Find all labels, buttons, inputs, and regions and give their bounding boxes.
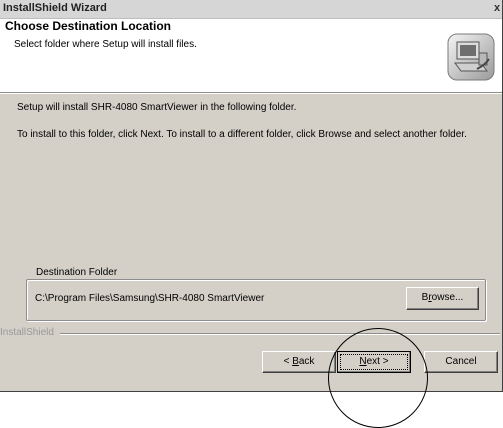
page-title: Choose Destination Location — [5, 19, 172, 33]
computer-setup-icon — [447, 33, 495, 81]
install-location-text: Setup will install SHR-4080 SmartViewer … — [17, 102, 297, 113]
installshield-brand: InstallShield — [0, 327, 54, 338]
window-title: InstallShield Wizard — [3, 2, 107, 14]
title-bar: InstallShield Wizard x — [0, 0, 502, 19]
destination-path: C:\Program Files\Samsung\SHR-4080 SmartV… — [35, 293, 265, 304]
back-accelerator: B — [292, 356, 299, 367]
next-button[interactable]: Next > — [337, 351, 411, 373]
installshield-wizard-window: InstallShield Wizard x Choose Destinatio… — [0, 0, 503, 392]
close-icon[interactable]: x — [492, 2, 502, 15]
back-label-suffix: ack — [298, 356, 315, 367]
destination-folder-label: Destination Folder — [34, 267, 120, 278]
browse-label-suffix: owse... — [431, 292, 464, 303]
back-label-prefix: < — [283, 356, 293, 367]
footer-divider — [60, 333, 500, 335]
browse-button[interactable]: Browse... — [406, 287, 479, 310]
instructions-text: To install to this folder, click Next. T… — [17, 129, 467, 140]
next-label-suffix: ext > — [366, 356, 389, 367]
header-divider — [0, 93, 502, 94]
cancel-label: Cancel — [445, 356, 477, 367]
page-subtitle: Select folder where Setup will install f… — [14, 39, 197, 50]
cancel-button[interactable]: Cancel — [424, 351, 498, 373]
next-accelerator: N — [359, 356, 367, 367]
back-button[interactable]: < Back — [262, 351, 336, 373]
